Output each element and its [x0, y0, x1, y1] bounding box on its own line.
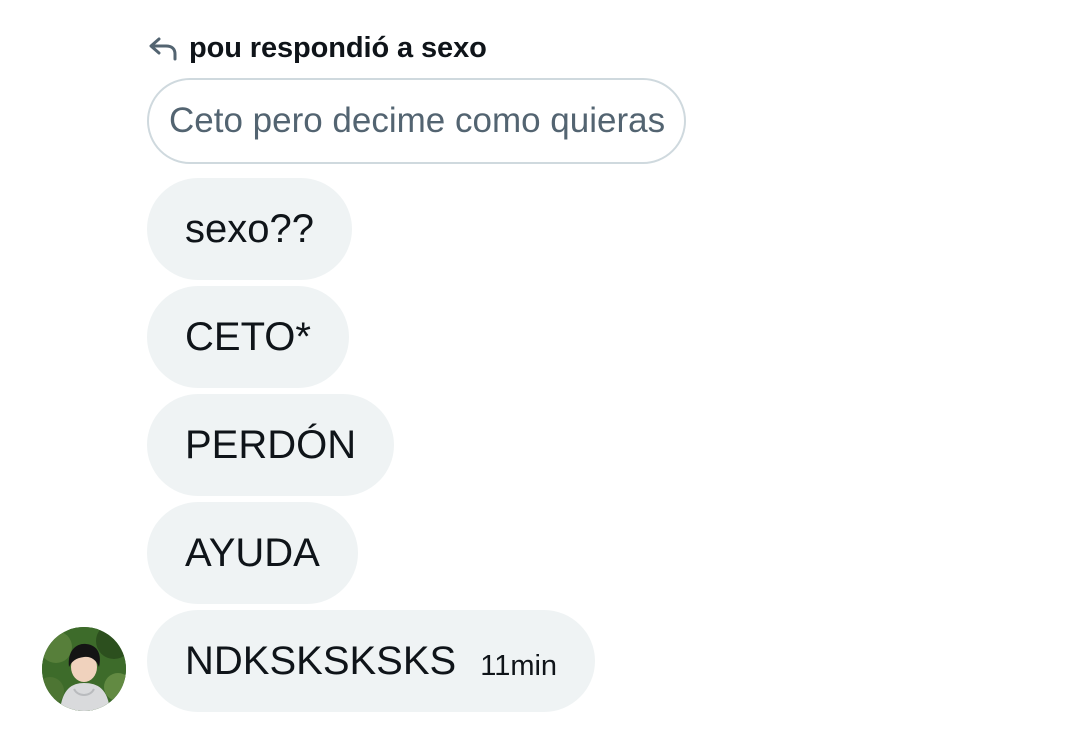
message-text: NDKSKSKSKS: [185, 638, 457, 683]
message-bubble[interactable]: NDKSKSKSKS 11min: [147, 610, 596, 712]
message-text: PERDÓN: [185, 422, 357, 467]
message-timestamp: 11min: [480, 649, 558, 682]
reply-context[interactable]: pou respondió a sexo: [147, 28, 487, 68]
reply-label: pou respondió a sexo: [189, 31, 487, 64]
user-avatar[interactable]: [42, 627, 126, 711]
quoted-message-text: Ceto pero decime como quieras: [169, 101, 666, 140]
message-text: CETO*: [185, 314, 311, 359]
message-bubble[interactable]: CETO*: [147, 286, 349, 388]
message-bubble[interactable]: sexo??: [147, 178, 352, 280]
quoted-message[interactable]: Ceto pero decime como quieras: [147, 78, 687, 164]
message-bubble[interactable]: AYUDA: [147, 502, 358, 604]
message-bubble[interactable]: PERDÓN: [147, 394, 395, 496]
message-text: sexo??: [185, 206, 314, 251]
reply-arrow-icon: [147, 32, 179, 64]
message-text: AYUDA: [185, 530, 320, 575]
